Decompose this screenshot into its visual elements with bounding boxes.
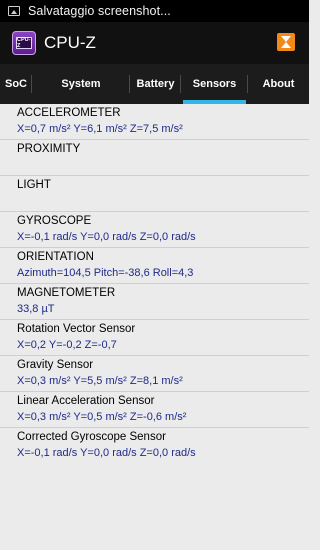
app-title: CPU-Z — [44, 33, 96, 52]
sensor-row-magnetometer: MAGNETOMETER 33,8 µT — [0, 284, 309, 320]
sensor-row-rotation-vector: Rotation Vector Sensor X=0,2 Y=-0,2 Z=-0… — [0, 320, 309, 356]
screenshot-icon — [8, 6, 20, 16]
sensor-row-proximity: PROXIMITY — [0, 140, 309, 176]
sensor-row-orientation: ORIENTATION Azimuth=104,5 Pitch=-38,6 Ro… — [0, 248, 309, 284]
sensor-value: X=-0,1 rad/s Y=0,0 rad/s Z=0,0 rad/s — [17, 447, 196, 459]
sensor-row-linear-acceleration: Linear Acceleration Sensor X=0,3 m/s² Y=… — [0, 392, 309, 428]
tab-sensors[interactable]: Sensors — [181, 64, 248, 104]
cpu-z-app-icon[interactable]: CPU-Z — [12, 31, 36, 55]
action-bar: CPU-Z CPU-Z — [0, 22, 309, 64]
hourglass-icon[interactable] — [277, 33, 295, 51]
sensor-value: X=-0,1 rad/s Y=0,0 rad/s Z=0,0 rad/s — [17, 231, 196, 243]
tab-bar: SoC System Battery Sensors About — [0, 64, 309, 104]
sensor-row-light: LIGHT — [0, 176, 309, 212]
tab-soc[interactable]: SoC — [0, 64, 32, 104]
sensor-name: Gravity Sensor — [17, 359, 94, 371]
sensor-value: X=0,3 m/s² Y=0,5 m/s² Z=-0,6 m/s² — [17, 411, 187, 423]
sensor-value — [17, 193, 309, 209]
sensor-value: X=0,2 Y=-0,2 Z=-0,7 — [17, 339, 117, 351]
sensor-name: ACCELEROMETER — [17, 107, 121, 119]
sensor-row-gravity: Gravity Sensor X=0,3 m/s² Y=5,5 m/s² Z=8… — [0, 356, 309, 392]
sensor-name: Linear Acceleration Sensor — [17, 395, 155, 407]
sensor-value: X=0,7 m/s² Y=6,1 m/s² Z=7,5 m/s² — [17, 123, 183, 135]
sensor-list[interactable]: ACCELEROMETER X=0,7 m/s² Y=6,1 m/s² Z=7,… — [0, 104, 309, 464]
status-notification-text: Salvataggio screenshot... — [28, 4, 171, 18]
sensor-row-gyroscope: GYROSCOPE X=-0,1 rad/s Y=0,0 rad/s Z=0,0… — [0, 212, 309, 248]
sensor-row-accelerometer: ACCELEROMETER X=0,7 m/s² Y=6,1 m/s² Z=7,… — [0, 104, 309, 140]
sensor-name: GYROSCOPE — [17, 215, 92, 227]
sensor-row-corrected-gyroscope: Corrected Gyroscope Sensor X=-0,1 rad/s … — [0, 428, 309, 464]
sensor-name: ORIENTATION — [17, 251, 94, 263]
tab-system[interactable]: System — [32, 64, 130, 104]
status-bar: Salvataggio screenshot... — [0, 0, 309, 22]
sensor-name: MAGNETOMETER — [17, 287, 116, 299]
sensor-value: X=0,3 m/s² Y=5,5 m/s² Z=8,1 m/s² — [17, 375, 183, 387]
sensor-value — [17, 157, 309, 173]
sensor-name: Rotation Vector Sensor — [17, 323, 136, 335]
tab-battery[interactable]: Battery — [130, 64, 181, 104]
sensor-value: 33,8 µT — [17, 303, 55, 315]
tab-about[interactable]: About — [248, 64, 309, 104]
cpu-chip-icon: CPU-Z — [16, 37, 32, 49]
sensor-name: LIGHT — [17, 179, 51, 191]
sensor-value: Azimuth=104,5 Pitch=-38,6 Roll=4,3 — [17, 267, 194, 279]
sensor-name: Corrected Gyroscope Sensor — [17, 431, 166, 443]
sensor-name: PROXIMITY — [17, 143, 81, 155]
